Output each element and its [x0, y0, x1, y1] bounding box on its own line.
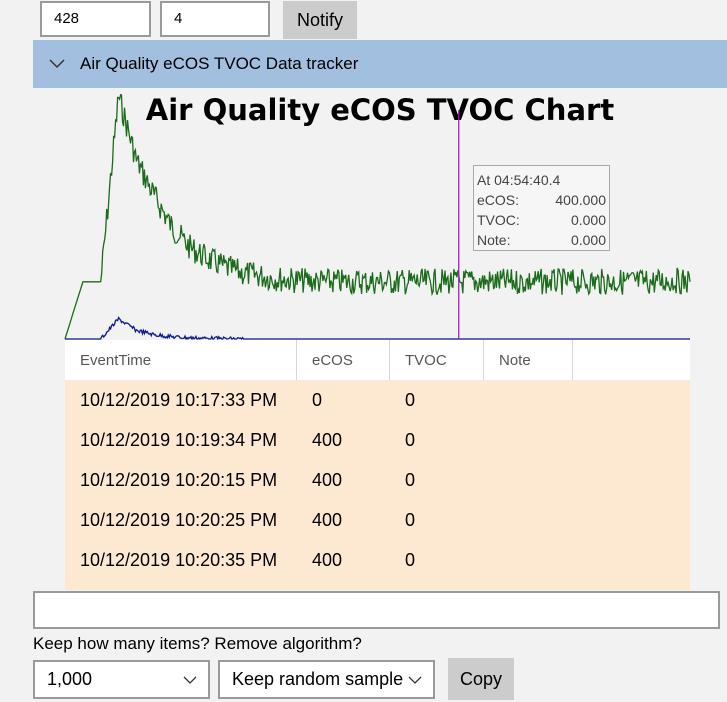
tooltip-value: 0.000	[570, 212, 606, 228]
tooltip-header: At 04:54:40.4	[477, 172, 561, 188]
expander-header[interactable]: Air Quality eCOS TVOC Data tracker	[33, 40, 727, 88]
item-count-value: 1,000	[47, 669, 93, 689]
window-left-edge	[0, 0, 10, 702]
column-header-note[interactable]: Note	[484, 340, 573, 380]
table-cell-ecos: 400	[312, 429, 343, 450]
column-header-ecos[interactable]: eCOS	[297, 340, 390, 380]
tooltip-value: 0.000	[570, 232, 606, 248]
tooltip-value: 400.000	[555, 192, 606, 208]
table-row[interactable]: 10/12/2019 10:19:34 PM 400 0	[65, 420, 690, 460]
remove-algorithm-value: Keep random sample	[232, 669, 404, 689]
remove-algorithm-dropdown[interactable]: Keep random sample	[218, 660, 435, 699]
chevron-down-icon	[49, 59, 65, 69]
table-cell-eventtime: 10/12/2019 10:20:25 PM	[80, 509, 278, 530]
status-text-box[interactable]	[33, 591, 720, 629]
table-cell-tvoc: 0	[405, 469, 416, 490]
table-row[interactable]: 10/12/2019 10:20:25 PM 400 0	[65, 500, 690, 540]
table-cell-ecos: 400	[312, 469, 343, 490]
chart-canvas	[64, 93, 691, 340]
table-cell-eventtime: 10/12/2019 10:17:33 PM	[80, 389, 278, 410]
table-cell-eventtime: 10/12/2019 10:20:35 PM	[80, 549, 278, 570]
table-row[interactable]: 10/12/2019 10:20:15 PM 400 0	[65, 460, 690, 500]
first-number-input[interactable]: 428	[40, 1, 151, 37]
table-cell-ecos: 0	[312, 389, 323, 410]
table-row[interactable]: 10/12/2019 10:20:35 PM 400 0	[65, 540, 690, 580]
table-cell-tvoc: 0	[405, 509, 416, 530]
tooltip-key: TVOC:	[477, 212, 520, 228]
table-cell-ecos: 400	[312, 549, 343, 570]
table-cell-tvoc: 0	[405, 429, 416, 450]
table-cell-eventtime: 10/12/2019 10:20:15 PM	[80, 469, 278, 490]
table-row[interactable]: 10/12/2019 10:17:33 PM 0 0	[65, 380, 690, 420]
table-cell-tvoc: 0	[405, 549, 416, 570]
copy-button[interactable]: Copy	[448, 658, 514, 700]
keep-items-label: Keep how many items? Remove algorithm?	[33, 634, 362, 653]
item-count-dropdown[interactable]: 1,000	[33, 660, 210, 699]
tooltip-row: TVOC: 0.000	[477, 210, 606, 230]
table-cell-eventtime: 10/12/2019 10:19:34 PM	[80, 429, 278, 450]
column-header-tvoc[interactable]: TVOC	[390, 340, 484, 380]
data-grid-body: 10/12/2019 10:17:33 PM 0 0 10/12/2019 10:19…	[65, 380, 690, 590]
chevron-down-icon	[408, 676, 422, 684]
chart-area[interactable]: Air Quality eCOS TVOC Chart	[33, 88, 727, 340]
tooltip-row: Note: 0.000	[477, 230, 606, 250]
notify-button[interactable]: Notify	[283, 1, 357, 39]
expander-title: Air Quality eCOS TVOC Data tracker	[80, 54, 359, 73]
tooltip-row: eCOS: 400.000	[477, 190, 606, 210]
second-number-input[interactable]: 4	[160, 1, 270, 37]
grid-header: EventTime eCOS TVOC Note	[65, 340, 690, 380]
column-header-eventtime[interactable]: EventTime	[65, 340, 297, 380]
tooltip-key: eCOS:	[477, 192, 520, 208]
first-number-value: 428	[54, 10, 80, 27]
chart-tooltip: At 04:54:40.4 eCOS: 400.000 TVOC: 0.000 Note…	[473, 165, 610, 251]
tooltip-key: Note:	[477, 232, 511, 248]
chevron-down-icon	[183, 676, 197, 684]
table-cell-tvoc: 0	[405, 389, 416, 410]
second-number-value: 4	[174, 10, 183, 27]
series-line-tvoc	[65, 316, 690, 340]
table-cell-ecos: 400	[312, 509, 343, 530]
